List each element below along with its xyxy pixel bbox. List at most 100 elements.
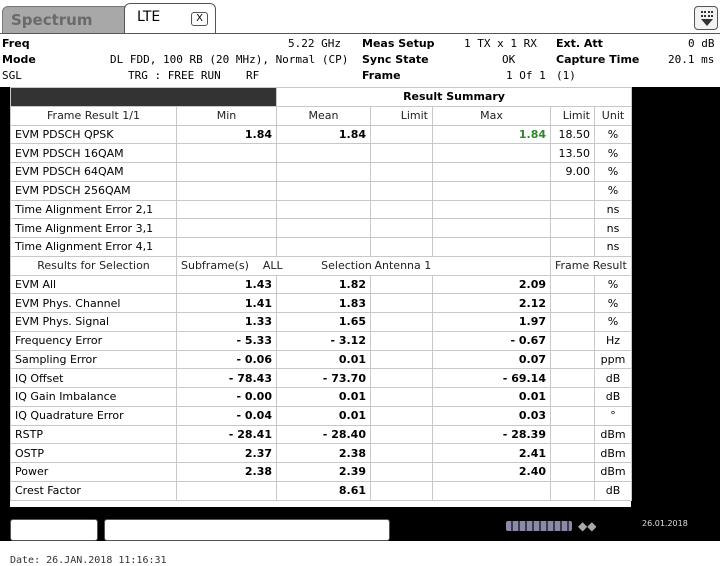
table-cell [370, 143, 433, 163]
subframe-value[interactable]: ALL [263, 259, 283, 272]
limit-cell [370, 312, 433, 332]
table-cell [432, 162, 551, 182]
row-label: EVM All [10, 274, 177, 295]
limit-cell [550, 480, 595, 501]
status-date: 26.01.2018 [642, 519, 688, 528]
sync-state-value: OK [502, 53, 516, 66]
tab-divider [0, 33, 720, 34]
mean-value: 1.82 [276, 274, 371, 295]
max-value: 2.41 [432, 443, 551, 463]
max-value: 2.12 [432, 293, 551, 313]
max-value: 0.03 [432, 405, 551, 426]
row-label: OSTP [10, 443, 177, 463]
status-bar: ◆◆ 26.01.2018 [0, 507, 720, 541]
min-value: - 5.33 [176, 330, 277, 351]
limit-cell [370, 349, 433, 370]
table-cell [276, 237, 371, 257]
min-value: 1.41 [176, 293, 277, 313]
status-field-1[interactable] [10, 519, 98, 541]
limit-cell [370, 293, 433, 313]
table-cell: ns [593, 199, 633, 220]
table-row: Time Alignment Error 4,1 ns [10, 237, 633, 257]
unit-cell: % [593, 293, 633, 313]
close-icon[interactable]: X [191, 12, 208, 26]
min-value: - 78.43 [176, 368, 277, 388]
table-cell [176, 162, 277, 182]
limit-cell [550, 387, 595, 407]
table-cell [370, 237, 433, 257]
tab-spectrum-label: Spectrum [11, 11, 93, 29]
limit-cell [550, 349, 595, 370]
max-value: - 28.39 [432, 424, 551, 445]
table-row: IQ Offset - 78.43- 73.70 - 69.14 dB [10, 368, 633, 388]
footer-date: Date: 26.JAN.2018 11:16:31 [10, 555, 167, 566]
row-label: IQ Offset [10, 368, 177, 388]
meas-setup-value[interactable]: 1 TX x 1 RX [464, 37, 537, 50]
measurement-header: Freq 5.22 GHz Meas Setup 1 TX x 1 RX Ext… [0, 35, 720, 87]
menu-icon[interactable] [694, 6, 718, 30]
subframe-cell: Subframe(s) ALL Selection [176, 255, 371, 276]
result-summary-table-wrap[interactable]: Result Summary Frame Result 1/1 Min Mean Lim… [10, 87, 633, 507]
column-header: Mean [276, 105, 371, 126]
table-cell [550, 180, 595, 201]
table-cell [276, 143, 371, 163]
table-row: Sampling Error - 0.06 0.01 0.07 ppm [10, 349, 633, 370]
column-header: Unit [593, 105, 633, 126]
table-cell: 9.00 [550, 162, 595, 182]
table-cell [432, 180, 551, 201]
result-summary-title: Result Summary [275, 87, 633, 107]
table-cell [370, 199, 433, 220]
subframe-label: Subframe(s) [181, 259, 249, 273]
capture-time-value[interactable]: 20.1 ms [668, 53, 714, 66]
max-value: 2.40 [432, 462, 551, 482]
mode-value[interactable]: DL FDD, 100 RB (20 MHz), Normal (CP) [110, 53, 348, 66]
frame-result-label: Frame Result 1/1 [549, 255, 633, 276]
row-label: EVM PDSCH QPSK [10, 124, 177, 145]
unit-cell: dBm [593, 443, 633, 463]
table-cell: % [593, 162, 633, 182]
limit-cell [550, 368, 595, 388]
result-summary-title-row: Result Summary [10, 87, 633, 107]
table-cell: % [593, 180, 633, 201]
max-value [432, 480, 551, 501]
limit-cell [370, 480, 433, 501]
tab-lte[interactable]: LTE X [124, 3, 216, 34]
unit-cell: % [593, 312, 633, 332]
table-row: EVM PDSCH QPSK 1.84 1.84 1.84 18.50% [10, 124, 633, 145]
result-panel: Result Summary Frame Result 1/1 Min Mean Lim… [0, 87, 720, 507]
table-cell [276, 199, 371, 220]
table-cell [176, 218, 277, 238]
mean-value: - 3.12 [276, 330, 371, 351]
mean-value: 0.01 [276, 349, 371, 370]
table-row: EVM PDSCH 16QAM 13.50% [10, 143, 633, 163]
ext-att-value[interactable]: 0 dB [688, 37, 715, 50]
tab-spectrum[interactable]: Spectrum [2, 6, 136, 34]
frame-header-row: Frame Result 1/1 Min Mean Limit Max Limit Unit [10, 105, 633, 126]
table-cell: 18.50 [550, 124, 595, 145]
max-value: - 0.67 [432, 330, 551, 351]
limit-cell [370, 274, 433, 295]
row-label: IQ Quadrature Error [10, 405, 177, 426]
mean-value: 1.65 [276, 312, 371, 332]
table-row: Power 2.38 2.39 2.40 dBm [10, 462, 633, 482]
min-value: 2.37 [176, 443, 277, 463]
column-header: Min [176, 105, 277, 126]
freq-value[interactable]: 5.22 GHz [288, 37, 341, 50]
table-cell [370, 124, 433, 145]
status-field-2[interactable] [104, 519, 390, 541]
table-cell [432, 143, 551, 163]
column-header: Frame Result 1/1 [10, 105, 177, 126]
limit-cell [370, 368, 433, 388]
sgl-indicator: SGL [2, 69, 22, 82]
unit-cell: dB [593, 368, 633, 388]
menu-bars-icon [701, 11, 713, 17]
row-label: EVM Phys. Signal [10, 312, 177, 332]
capture-time-label: Capture Time [556, 53, 640, 66]
min-value: 1.33 [176, 312, 277, 332]
sync-state-label: Sync State [362, 53, 429, 66]
row-label: RSTP [10, 424, 177, 445]
table-cell [176, 143, 277, 163]
limit-cell [550, 330, 595, 351]
limit-cell [370, 424, 433, 445]
ext-att-label: Ext. Att [556, 37, 603, 50]
